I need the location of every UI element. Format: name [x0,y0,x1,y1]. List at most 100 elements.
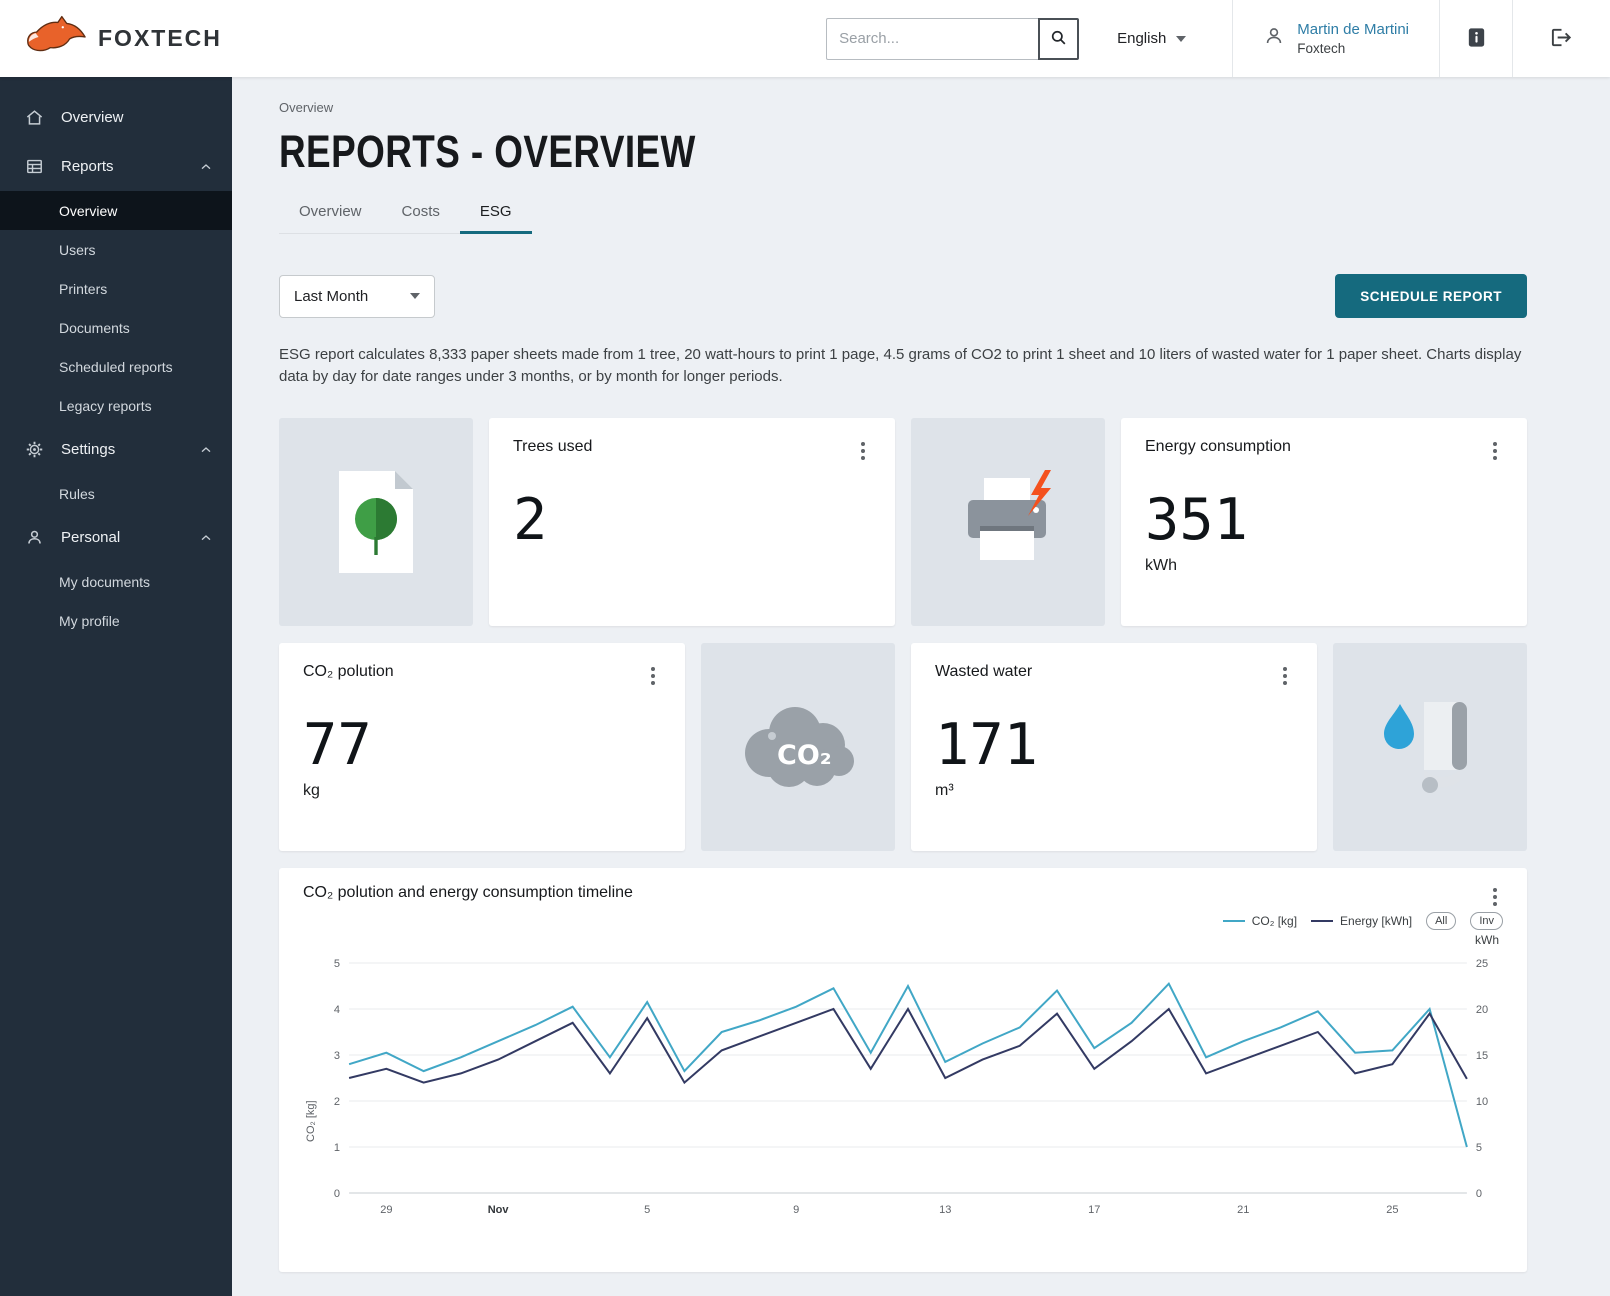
legend-swatch-energy [1311,920,1333,922]
svg-text:25: 25 [1476,958,1488,970]
logout-icon [1550,26,1573,52]
sidebar-item-rules[interactable]: Rules [0,474,232,513]
sidebar-item-users[interactable]: Users [0,230,232,269]
language-label: English [1117,30,1166,47]
schedule-report-button[interactable]: SCHEDULE REPORT [1335,274,1527,318]
sidebar-item-label: Documents [59,320,130,336]
co2-polution-card: CO₂ polution 77 kg [279,643,685,851]
svg-text:5: 5 [1476,1142,1482,1154]
trees-used-card: Trees used 2 [489,418,895,626]
sidebar-item-label: My profile [59,613,120,629]
tab-esg[interactable]: ESG [460,193,532,234]
kebab-menu-icon[interactable] [1487,438,1503,464]
tab-bar: Overview Costs ESG [279,193,532,234]
energy-consumption-card: Energy consumption 351 kWh [1121,418,1527,626]
breadcrumb[interactable]: Overview [279,100,1527,115]
kebab-menu-icon[interactable] [1487,884,1503,910]
search-icon [1049,28,1068,50]
sidebar-item-legacy-reports[interactable]: Legacy reports [0,386,232,425]
period-select-value: Last Month [294,288,368,305]
chart-title: CO₂ polution and energy consumption time… [303,884,633,902]
sidebar-item-label: Settings [61,441,115,458]
home-icon [24,108,44,128]
svg-text:10: 10 [1476,1096,1488,1108]
card-title: Wasted water [935,663,1032,681]
search-input[interactable] [826,18,1038,60]
user-name: Martin de Martini [1297,21,1409,38]
caret-down-icon [410,293,420,299]
energy-consumption-unit: kWh [1145,557,1503,576]
language-selector[interactable]: English [1117,0,1186,77]
sidebar-item-settings[interactable]: Settings [0,425,232,474]
user-org: Foxtech [1297,41,1409,56]
chevron-up-icon [198,530,214,546]
all-button[interactable]: All [1426,912,1456,930]
wasted-water-card: Wasted water 171 m³ [911,643,1317,851]
energy-consumption-value: 351 [1145,492,1503,549]
sidebar-item-printers[interactable]: Printers [0,269,232,308]
sidebar-item-reports[interactable]: Reports [0,142,232,191]
printer-illustration [911,418,1105,626]
sidebar-item-scheduled-reports[interactable]: Scheduled reports [0,347,232,386]
chart-plot-area: CO₂ [kg] 012345051015202529Nov5913172125 [303,949,1503,1247]
water-roll-illustration [1333,643,1527,851]
period-select[interactable]: Last Month [279,275,435,318]
fox-logo-icon [24,15,88,62]
page-title: REPORTS - OVERVIEW [279,126,1302,178]
sidebar-item-label: Overview [61,109,124,126]
svg-text:0: 0 [334,1188,340,1200]
logout-button[interactable] [1512,0,1610,77]
svg-text:0: 0 [1476,1188,1482,1200]
svg-text:2: 2 [334,1096,340,1108]
inv-button[interactable]: Inv [1470,912,1503,930]
wasted-water-value: 171 [935,717,1293,774]
sidebar-item-reports-overview[interactable]: Overview [0,191,232,230]
svg-text:21: 21 [1237,1204,1249,1216]
trees-used-value: 2 [513,492,871,549]
main-content: Overview REPORTS - OVERVIEW Overview Cos… [232,77,1610,1296]
timeline-chart: 012345051015202529Nov5913172125 [319,949,1503,1247]
sidebar-item-documents[interactable]: Documents [0,308,232,347]
card-title: CO₂ polution [303,663,394,681]
brand-logo[interactable]: FOXTECH [0,0,260,77]
legend-co2: CO₂ [kg] [1223,914,1297,928]
user-menu[interactable]: Martin de Martini Foxtech [1232,0,1439,77]
svg-text:3: 3 [334,1050,340,1062]
sidebar-item-my-documents[interactable]: My documents [0,562,232,601]
header-search [826,0,1079,77]
svg-text:13: 13 [939,1204,951,1216]
co2-polution-value: 77 [303,717,661,774]
kebab-menu-icon[interactable] [855,438,871,464]
controls-row: Last Month SCHEDULE REPORT [279,274,1527,318]
chart-legend: CO₂ [kg] Energy [kWh] All Inv [303,910,1503,932]
sidebar-item-label: Reports [61,158,114,175]
sidebar-item-label: Overview [59,203,117,219]
trees-used-unit [513,557,871,576]
kebab-menu-icon[interactable] [645,663,661,689]
sidebar-item-label: Scheduled reports [59,359,173,375]
manual-button[interactable] [1439,0,1512,77]
user-icon [1263,25,1285,52]
legend-label: CO₂ [kg] [1252,914,1297,928]
tab-costs[interactable]: Costs [382,193,460,234]
manual-icon [1465,26,1488,52]
caret-down-icon [1176,36,1186,42]
sidebar-item-label: Rules [59,486,95,502]
search-button[interactable] [1038,18,1079,60]
sidebar-item-overview[interactable]: Overview [0,93,232,142]
sidebar-item-label: My documents [59,574,150,590]
kebab-menu-icon[interactable] [1277,663,1293,689]
svg-text:1: 1 [334,1142,340,1154]
svg-text:20: 20 [1476,1004,1488,1016]
co2-cloud-illustration: CO₂ [701,643,895,851]
tab-overview[interactable]: Overview [279,193,382,234]
sidebar-item-personal[interactable]: Personal [0,513,232,562]
sidebar-item-my-profile[interactable]: My profile [0,601,232,640]
stats-row-1: Trees used 2 Energy consumptio [279,418,1527,626]
left-axis-label: CO₂ [kg] [303,949,319,1247]
wasted-water-unit: m³ [935,782,1293,801]
svg-text:25: 25 [1386,1204,1398,1216]
svg-text:5: 5 [334,958,340,970]
legend-label: Energy [kWh] [1340,914,1412,928]
gear-icon [24,440,44,460]
